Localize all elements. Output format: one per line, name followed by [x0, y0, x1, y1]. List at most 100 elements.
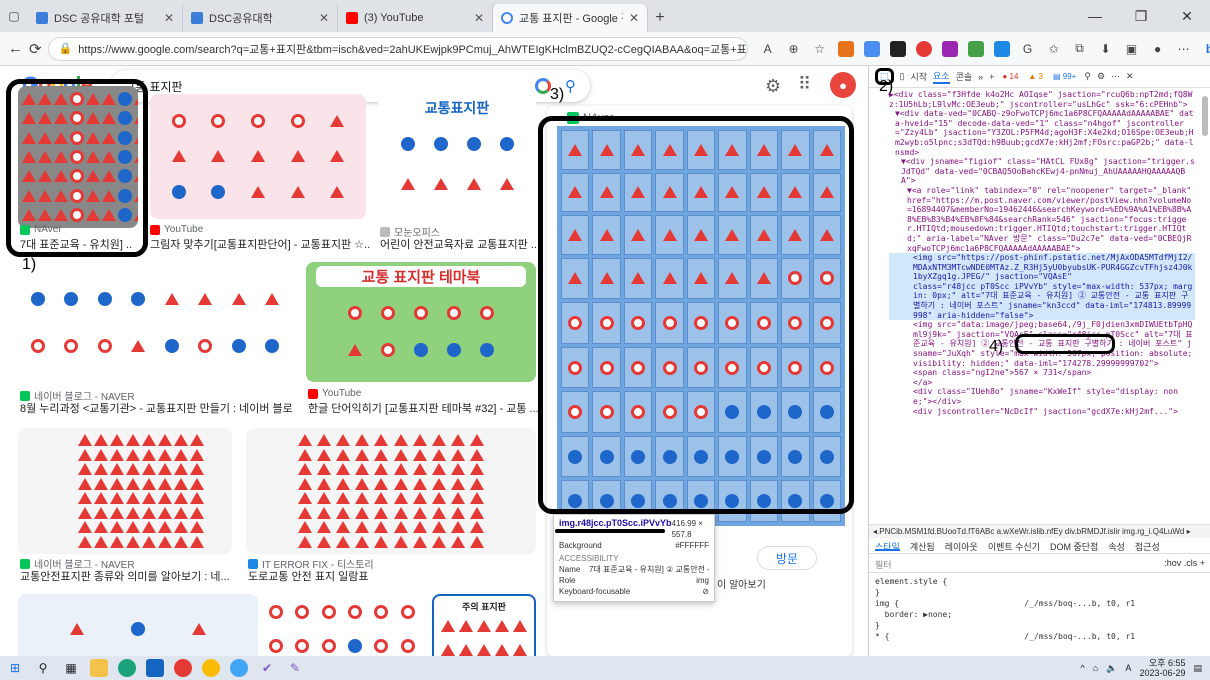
chrome-icon[interactable] [202, 659, 220, 677]
devtools-tab[interactable]: 시작 [910, 70, 927, 83]
devtools-tab[interactable]: 요소 [933, 69, 950, 84]
result-image-1[interactable] [18, 86, 138, 228]
downloads-icon[interactable]: ⬇ [1098, 41, 1114, 57]
styles-tab[interactable]: 이벤트 수신기 [988, 540, 1040, 552]
restore-icon[interactable]: ❐ [1118, 0, 1164, 32]
collections-icon[interactable]: ⧉ [1072, 41, 1088, 57]
styles-tab[interactable]: 접근성 [1135, 540, 1160, 552]
app-icon[interactable] [146, 659, 164, 677]
app-icon[interactable] [230, 659, 248, 677]
app-icon[interactable]: ✎ [286, 659, 304, 677]
app-icon[interactable] [174, 659, 192, 677]
more-tabs-icon[interactable]: » [978, 72, 983, 82]
dom-node-line[interactable]: class="r48jcc pT0Scc iPVvYb" style="max-… [889, 281, 1195, 321]
devtools-tab[interactable]: 콘솔 [956, 70, 973, 83]
volume-icon[interactable]: 🔈 [1106, 663, 1117, 674]
tab-youtube[interactable]: (3) YouTube ✕ [338, 4, 493, 32]
result-title[interactable]: 7대 표준교육 - 유치원] ... [20, 236, 132, 252]
result-image-8[interactable] [18, 594, 258, 656]
extension-icon[interactable] [889, 40, 906, 57]
result-image-2[interactable] [150, 94, 366, 219]
extension-icon[interactable] [993, 40, 1010, 57]
apps-grid-icon[interactable]: ⠿ [798, 74, 811, 95]
result-title[interactable]: 어린이 안전교육자료 교통표지판 ... [380, 236, 540, 252]
extension-icon[interactable] [941, 40, 958, 57]
styles-tab[interactable]: 계산됨 [910, 540, 935, 552]
search-icon[interactable]: ⚲ [565, 77, 576, 95]
result-image-6[interactable] [18, 428, 232, 554]
refresh-ext-icon[interactable]: G [1020, 41, 1036, 57]
language-icon[interactable]: A [1125, 663, 1131, 673]
close-devtools-icon[interactable]: ✕ [1126, 71, 1134, 82]
filter-tools[interactable]: :hov .cls + [1164, 558, 1205, 569]
clock[interactable]: 오후 6:55 2023-06-29 [1139, 658, 1185, 678]
close-tab-icon[interactable]: ✕ [164, 11, 174, 25]
styles-tab[interactable]: 속성 [1108, 540, 1125, 552]
tab-google-search[interactable]: 교통 표지판 - Google 검색 ✕ [493, 4, 648, 32]
zoom-icon[interactable]: ⊕ [786, 41, 802, 57]
result-title[interactable]: 한글 단어익히기 [교통표지판 테마북 #32] - 교통 ... [308, 400, 538, 416]
result-image-4[interactable] [18, 262, 292, 382]
dom-node-line[interactable]: <span class="ngI2ne">567 × 731</span> [889, 368, 1195, 378]
more-icon[interactable]: ⋯ [1176, 41, 1192, 57]
back-icon[interactable]: ← [8, 36, 23, 62]
dom-node-line[interactable]: ▼<a role="link" tabindex="0" rel="noopen… [889, 186, 1195, 253]
search-icon[interactable]: ⚲ [34, 659, 52, 677]
result-image-5[interactable]: 교통 표지판 테마북 [306, 262, 536, 382]
dom-node-line[interactable]: <div jscontroller="NcDcIf" jsaction="gcd… [889, 407, 1195, 417]
visit-button[interactable]: 방문 [757, 546, 817, 570]
edge-icon[interactable] [118, 659, 136, 677]
tray-chevron-icon[interactable]: ^ [1081, 663, 1085, 673]
add-tab-icon[interactable]: + [989, 72, 994, 82]
dom-scrollbar[interactable] [1202, 96, 1208, 136]
favorites-icon[interactable]: ✩ [1046, 41, 1062, 57]
styles-tab[interactable]: 레이아웃 [945, 540, 978, 552]
avatar[interactable]: ● [830, 72, 856, 98]
result-image-3[interactable]: 교통표지판 [378, 94, 536, 219]
notifications-icon[interactable]: ▤ [1193, 663, 1202, 674]
extension-icon[interactable] [915, 40, 932, 57]
file-explorer-icon[interactable] [90, 659, 108, 677]
result-title[interactable]: 그림자 맞추기[교통표지판단어] - 교통표지판 ☆... [150, 236, 370, 252]
result-title[interactable]: 교통안전표지판 종류와 의미를 알아보기 : 네... [20, 568, 232, 584]
read-aloud-icon[interactable]: A [760, 41, 776, 57]
device-toolbar-icon[interactable]: ▯ [900, 71, 905, 82]
share-icon[interactable]: ⚲ [1084, 71, 1091, 82]
extension-icon[interactable] [863, 40, 880, 57]
screenshot-icon[interactable]: ▣ [1124, 41, 1140, 57]
url-field[interactable]: 🔒 https://www.google.com/search?q=교통+표지판… [47, 36, 748, 61]
info-badge[interactable]: ▤ 99+ [1051, 72, 1078, 81]
refresh-icon[interactable]: ⟳ [29, 36, 42, 62]
dom-node-line[interactable]: ▼<div jsname="figiof" class="HAtCL FUx8g… [889, 157, 1195, 186]
extension-icon[interactable] [837, 40, 854, 57]
result-image-10[interactable]: 주의 표지판 [432, 594, 536, 656]
styles-tab[interactable]: DOM 중단점 [1050, 540, 1098, 552]
tab-dsc-university[interactable]: DSC공유대학 ✕ [183, 4, 338, 32]
warning-badge[interactable]: ▲ 3 [1026, 72, 1045, 81]
close-window-icon[interactable]: ✕ [1164, 0, 1210, 32]
favorite-star-icon[interactable]: ☆ [812, 41, 828, 57]
tab-actions-icon[interactable]: ▢ [0, 0, 28, 32]
dom-node-line[interactable]: </a> [889, 378, 1195, 388]
more-icon[interactable]: ⋯ [1111, 71, 1120, 82]
dom-node-line[interactable]: <img src="https://post-phinf.pstatic.net… [889, 253, 1195, 282]
profile-icon[interactable]: ● [1150, 41, 1166, 57]
tab-dsc-portal[interactable]: DSC 공유대학 포털 ✕ [28, 4, 183, 32]
network-icon[interactable]: ⌂ [1093, 663, 1098, 673]
extension-icon[interactable] [967, 40, 984, 57]
new-tab-button[interactable]: + [648, 4, 672, 32]
close-tab-icon[interactable]: ✕ [319, 11, 329, 25]
search-input[interactable]: 교통 표지판 [124, 78, 535, 95]
styles-tab[interactable]: 스타일 [875, 540, 900, 552]
close-tab-icon[interactable]: ✕ [474, 11, 484, 25]
dom-node-line[interactable]: <div class="IUeh8o" jsname="KxWeIf" styl… [889, 387, 1195, 406]
checkmark-app-icon[interactable]: ✔ [258, 659, 276, 677]
settings-gear-icon[interactable]: ⚙ [1097, 71, 1105, 82]
result-image-7[interactable] [246, 428, 536, 554]
error-badge[interactable]: ● 14 [1000, 72, 1020, 81]
windows-start-icon[interactable]: ⊞ [6, 659, 24, 677]
gear-icon[interactable]: ⚙ [765, 76, 781, 97]
dom-node-line[interactable]: ▼<div data-ved="0CABQ-z9oFwoTCPj6mc1a6P8… [889, 109, 1195, 157]
google-lens-icon[interactable] [535, 78, 551, 94]
dom-node-line[interactable]: ▶<div class="f3Hfde k4o2Hc AOIqse" jsact… [889, 90, 1195, 109]
